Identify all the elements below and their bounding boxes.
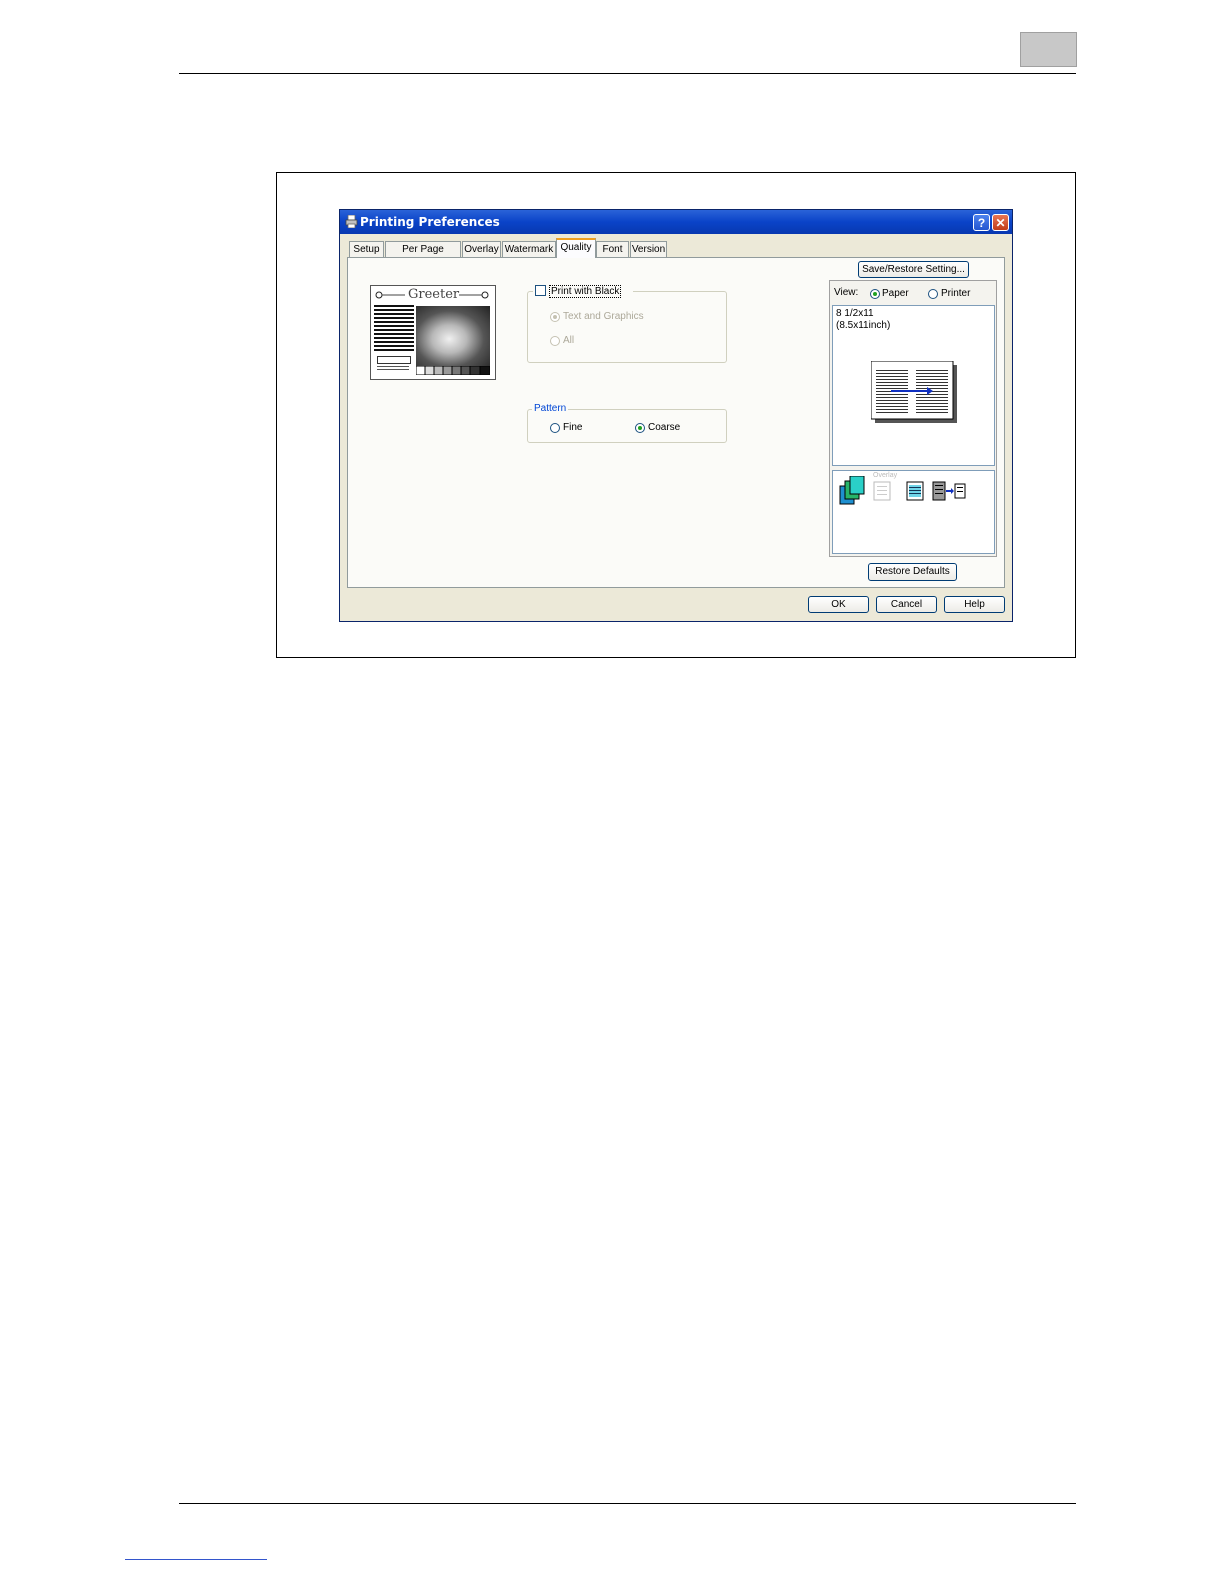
preview-photo bbox=[416, 306, 490, 366]
tab-overlay[interactable]: Overlay bbox=[462, 241, 501, 257]
feature-icons-box: Overlay bbox=[832, 470, 995, 554]
text-and-graphics-label: Text and Graphics bbox=[563, 311, 644, 322]
print-with-black-group bbox=[527, 291, 727, 363]
view-printer-radio[interactable] bbox=[928, 289, 938, 299]
tab-version[interactable]: Version bbox=[630, 241, 667, 257]
tab-quality[interactable]: Quality bbox=[556, 238, 596, 258]
coarse-radio[interactable] bbox=[635, 423, 645, 433]
quality-page-icon bbox=[906, 481, 924, 501]
coarse-label: Coarse bbox=[648, 422, 681, 433]
collate-copies-icon bbox=[839, 476, 865, 505]
printing-preferences-dialog: Printing Preferences ? ✕ Setup Per Page … bbox=[339, 209, 1013, 622]
tab-font[interactable]: Font bbox=[596, 241, 629, 257]
view-printer-label: Printer bbox=[941, 288, 971, 299]
quality-tab-panel: Greeter Print with Black Text and Graphi… bbox=[347, 257, 1005, 588]
all-label: All bbox=[563, 335, 575, 346]
quality-preview-image: Greeter bbox=[370, 285, 496, 380]
printer-icon bbox=[345, 215, 358, 228]
preview-grayscale-strip bbox=[416, 366, 490, 375]
pattern-legend: Pattern bbox=[532, 403, 569, 414]
tab-setup[interactable]: Setup bbox=[349, 241, 384, 257]
print-order-icon bbox=[932, 481, 966, 501]
tab-watermark[interactable]: Watermark bbox=[502, 241, 556, 257]
help-title-button[interactable]: ? bbox=[973, 214, 990, 231]
dialog-title: Printing Preferences bbox=[360, 215, 500, 229]
title-bar[interactable]: Printing Preferences ? ✕ bbox=[340, 210, 1012, 234]
view-label: View: bbox=[834, 287, 859, 298]
preview-footnote bbox=[377, 366, 409, 372]
print-with-black-checkbox[interactable] bbox=[535, 285, 546, 296]
close-title-button[interactable]: ✕ bbox=[992, 214, 1009, 231]
tab-per-page-setting[interactable]: Per Page Setting bbox=[385, 241, 461, 270]
footer-link-underline bbox=[125, 1559, 267, 1560]
all-radio[interactable] bbox=[550, 336, 560, 346]
ok-button[interactable]: OK bbox=[808, 596, 869, 613]
header-rule bbox=[179, 73, 1076, 74]
paper-size-line1: 8 1/2x11 bbox=[836, 308, 874, 319]
preview-heading: Greeter bbox=[408, 287, 460, 302]
footer-rule bbox=[179, 1503, 1076, 1504]
print-with-black-label[interactable]: Print with Black bbox=[549, 285, 622, 298]
view-paper-label: Paper bbox=[882, 288, 909, 299]
fine-label: Fine bbox=[563, 422, 583, 433]
view-paper-radio[interactable] bbox=[870, 289, 880, 299]
paper-size-line2: (8.5x11inch) bbox=[836, 320, 891, 331]
preview-caption-box bbox=[377, 356, 411, 364]
paper-preview-box: 8 1/2x11 (8.5x11inch) bbox=[832, 305, 995, 466]
restore-defaults-button[interactable]: Restore Defaults bbox=[868, 563, 957, 581]
cancel-button[interactable]: Cancel bbox=[876, 596, 937, 613]
help-button[interactable]: Help bbox=[944, 596, 1005, 613]
overlay-icon bbox=[873, 481, 891, 501]
duplex-page-preview-icon bbox=[871, 361, 957, 423]
save-restore-setting-button[interactable]: Save/Restore Setting... bbox=[858, 261, 969, 278]
fine-radio[interactable] bbox=[550, 423, 560, 433]
overlay-caption: Overlay bbox=[873, 472, 898, 479]
text-and-graphics-radio[interactable] bbox=[550, 312, 560, 322]
page-corner-block bbox=[1020, 32, 1077, 67]
preview-text-block bbox=[374, 305, 414, 353]
